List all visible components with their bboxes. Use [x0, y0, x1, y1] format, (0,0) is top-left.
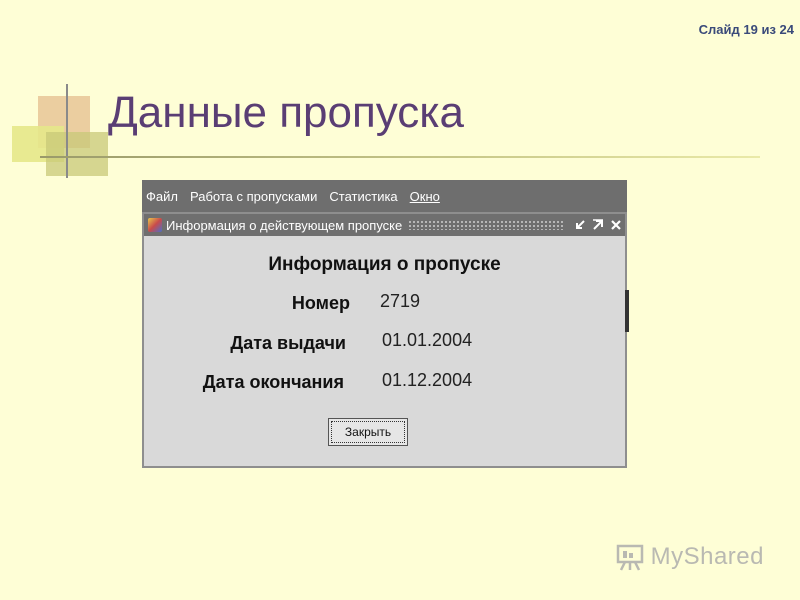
field-value-expiry-date: 01.12.2004	[382, 370, 473, 390]
field-label-number: Номер	[291, 293, 350, 313]
menu-item-statistics[interactable]: Статистика	[329, 189, 397, 204]
app-icon	[148, 218, 162, 232]
form-heading: Информация о пропуске	[268, 254, 501, 275]
app-screenshot: Файл Работа с пропусками Статистика Окно…	[142, 180, 627, 468]
menu-item-window[interactable]: Окно	[410, 189, 440, 204]
close-button[interactable]: Закрыть	[328, 418, 408, 446]
maximize-icon[interactable]	[589, 216, 607, 234]
watermark-text: MyShared	[650, 543, 764, 570]
menu-item-passes[interactable]: Работа с пропусками	[190, 189, 317, 204]
field-value-number: 2719	[380, 291, 421, 311]
decorative-vertical-line	[66, 84, 68, 178]
close-icon[interactable]	[607, 216, 625, 234]
menu-item-file[interactable]: Файл	[146, 189, 178, 204]
presentation-board-icon	[616, 544, 643, 571]
field-value-issue-date: 01.01.2004	[382, 330, 473, 350]
menu-bar: Файл Работа с пропусками Статистика Окно	[142, 180, 627, 212]
field-label-expiry-date: Дата окончания	[202, 372, 344, 392]
title-underline	[40, 156, 760, 158]
slide-counter: Слайд 19 из 24	[698, 22, 794, 37]
field-label-issue-date: Дата выдачи	[230, 333, 346, 353]
minimize-icon[interactable]	[571, 216, 589, 234]
decorative-square-olive	[46, 132, 108, 176]
dialog-titlebar[interactable]: Информация о действующем пропуске	[144, 214, 625, 236]
dialog-title: Информация о действующем пропуске	[166, 217, 403, 233]
watermark: MyShared	[615, 542, 764, 572]
background-window-edge	[625, 290, 629, 332]
pass-info-dialog: Информация о действующем пропуске Информ…	[142, 212, 627, 468]
titlebar-grip	[408, 220, 565, 230]
slide-title: Данные пропуска	[108, 88, 464, 137]
